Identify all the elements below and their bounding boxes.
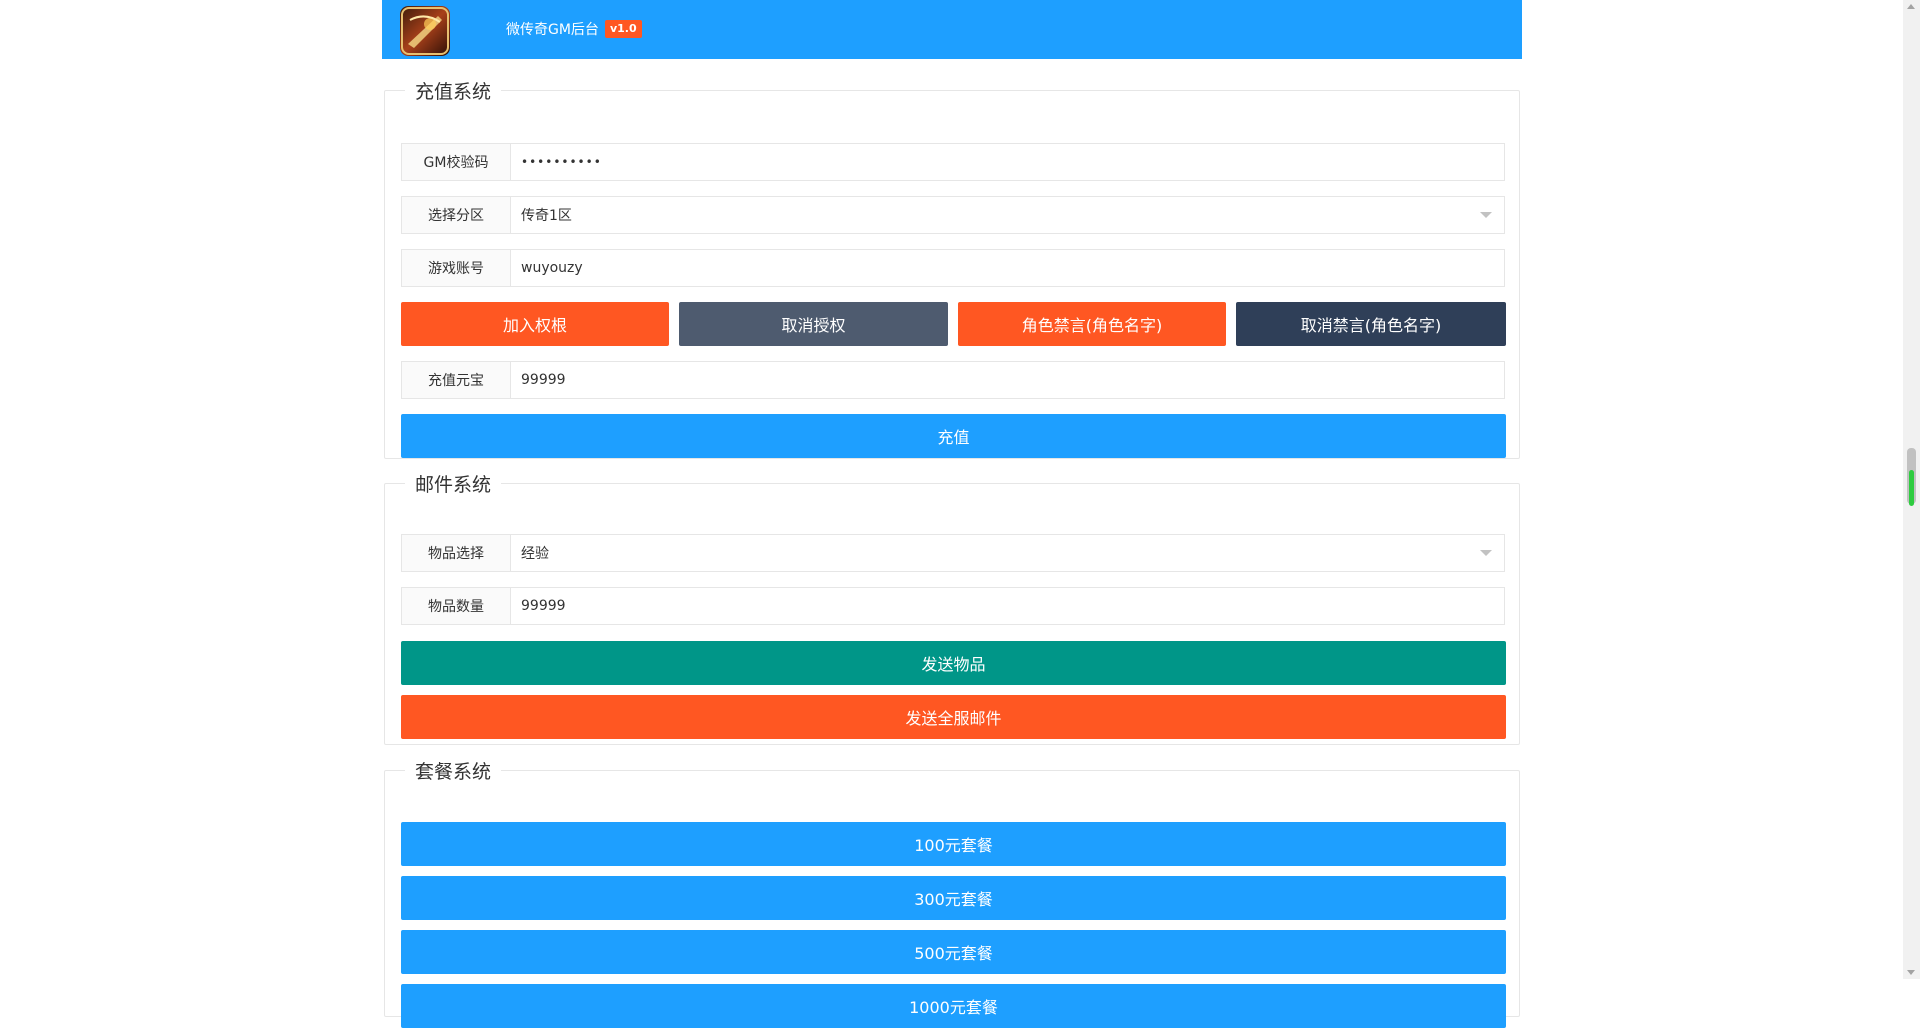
qty-label: 物品数量: [401, 587, 510, 625]
mail-legend: 邮件系统: [415, 474, 492, 496]
amount-input[interactable]: 99999: [510, 361, 1505, 399]
account-row: 游戏账号 wuyouzy: [401, 249, 1505, 287]
qty-row: 物品数量 99999: [401, 587, 1505, 625]
unban-role-button[interactable]: 取消禁言(角色名字): [1236, 302, 1506, 346]
gm-code-input[interactable]: ••••••••••: [510, 143, 1505, 181]
item-value: 经验: [521, 546, 549, 562]
chevron-down-icon: [1480, 212, 1492, 218]
qty-value: 99999: [521, 598, 566, 614]
send-item-button[interactable]: 发送物品: [401, 641, 1506, 685]
server-select[interactable]: 传奇1区: [510, 196, 1505, 234]
item-select[interactable]: 经验: [510, 534, 1505, 572]
package-100-button[interactable]: 100元套餐: [401, 822, 1506, 866]
amount-label: 充值元宝: [401, 361, 510, 399]
item-row: 物品选择 经验: [401, 534, 1505, 572]
scroll-down-icon[interactable]: [1907, 970, 1915, 975]
page-scrollbar[interactable]: [1903, 0, 1920, 979]
recharge-button[interactable]: 充值: [401, 414, 1506, 458]
account-input[interactable]: wuyouzy: [510, 249, 1505, 287]
scroll-indicator: [1909, 470, 1914, 506]
scroll-up-icon[interactable]: [1907, 4, 1915, 9]
server-row: 选择分区 传奇1区: [401, 196, 1505, 234]
page-container: 微传奇GM后台 v1.0 充值系统 GM校验码 •••••••••• 选择分区 …: [382, 0, 1522, 1028]
account-label: 游戏账号: [401, 249, 510, 287]
server-value: 传奇1区: [521, 208, 572, 224]
package-300-button[interactable]: 300元套餐: [401, 876, 1506, 920]
amount-value: 99999: [521, 372, 566, 388]
gm-code-value: ••••••••••: [521, 155, 602, 169]
package-500-button[interactable]: 500元套餐: [401, 930, 1506, 974]
ban-role-button[interactable]: 角色禁言(角色名字): [958, 302, 1226, 346]
recharge-panel: 充值系统 GM校验码 •••••••••• 选择分区 传奇1区 游戏账号 wuy…: [384, 77, 1520, 459]
cancel-auth-button[interactable]: 取消授权: [679, 302, 948, 346]
chevron-down-icon: [1480, 550, 1492, 556]
mail-panel: 邮件系统 物品选择 经验 物品数量 99999 发送物品 发送全服邮件: [384, 470, 1520, 745]
gm-code-row: GM校验码 ••••••••••: [401, 143, 1505, 181]
version-badge: v1.0: [604, 20, 642, 38]
game-logo: [400, 6, 450, 56]
add-auth-button[interactable]: 加入权根: [401, 302, 669, 346]
app-title: 微传奇GM后台: [506, 22, 599, 38]
send-all-mail-button[interactable]: 发送全服邮件: [401, 695, 1506, 739]
amount-row: 充值元宝 99999: [401, 361, 1505, 399]
item-label: 物品选择: [401, 534, 510, 572]
package-panel: 套餐系统 100元套餐 300元套餐 500元套餐 1000元套餐: [384, 757, 1520, 1028]
gm-code-label: GM校验码: [401, 143, 510, 181]
package-legend: 套餐系统: [415, 761, 492, 783]
top-header: 微传奇GM后台 v1.0: [382, 0, 1522, 59]
package-1000-button[interactable]: 1000元套餐: [401, 984, 1506, 1028]
account-value: wuyouzy: [521, 260, 583, 276]
app-title-group: 微传奇GM后台 v1.0: [506, 19, 642, 39]
server-label: 选择分区: [401, 196, 510, 234]
recharge-legend: 充值系统: [415, 81, 492, 103]
qty-input[interactable]: 99999: [510, 587, 1505, 625]
